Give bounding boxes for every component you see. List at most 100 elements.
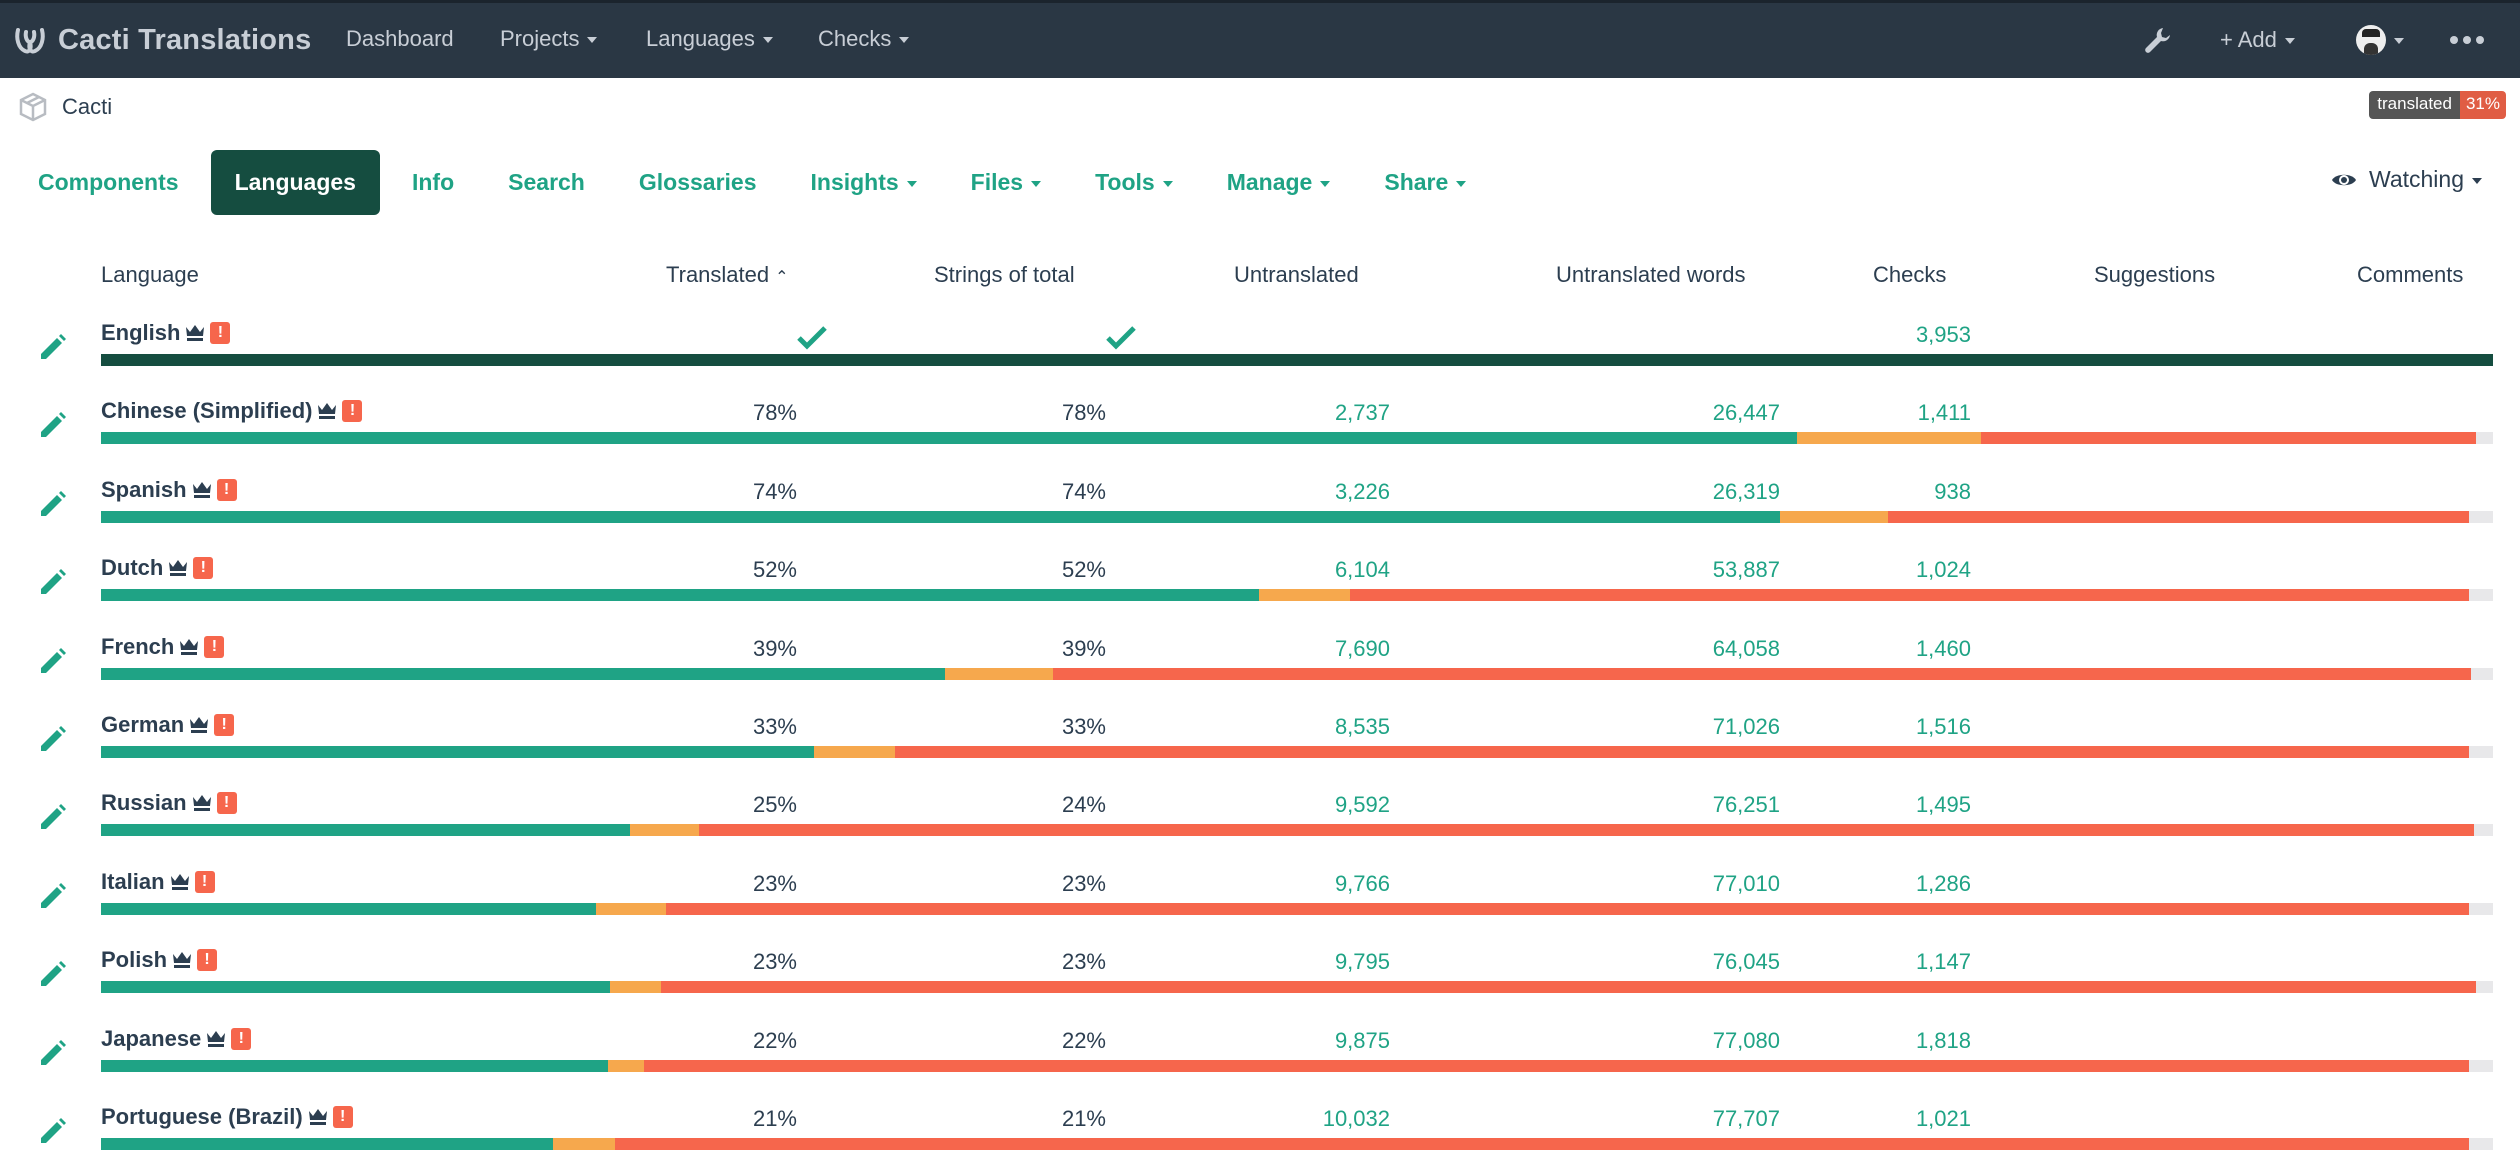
nav-checks[interactable]: Checks: [818, 26, 910, 52]
untranslated-count-link[interactable]: 9,766: [1335, 871, 1390, 897]
pencil-edit-icon[interactable]: [36, 959, 68, 991]
checks-count-link[interactable]: 1,460: [1916, 636, 1971, 662]
checks-count-link[interactable]: 1,024: [1916, 557, 1971, 583]
column-header-suggestions[interactable]: Suggestions: [2094, 262, 2215, 288]
untranslated-words-link[interactable]: 64,058: [1713, 636, 1780, 662]
pencil-edit-icon[interactable]: [36, 567, 68, 599]
language-link[interactable]: Russian !: [101, 790, 237, 816]
pencil-edit-icon[interactable]: [36, 1116, 68, 1148]
nav-languages[interactable]: Languages: [646, 26, 773, 52]
language-link[interactable]: English !: [101, 320, 231, 346]
tab-manage[interactable]: Manage: [1205, 150, 1353, 215]
tab-files[interactable]: Files: [949, 150, 1063, 215]
alert-badge-icon[interactable]: !: [216, 478, 237, 501]
alert-badge-icon[interactable]: !: [194, 870, 215, 893]
untranslated-count-link[interactable]: 3,226: [1335, 479, 1390, 505]
column-header-checks[interactable]: Checks: [1873, 262, 1946, 288]
column-header-strings-of-total[interactable]: Strings of total: [934, 262, 1075, 288]
untranslated-words-link[interactable]: 26,447: [1713, 400, 1780, 426]
tab-glossaries[interactable]: Glossaries: [617, 150, 779, 215]
column-header-translated[interactable]: Translated ⌃: [666, 262, 789, 288]
language-name: German: [101, 712, 185, 737]
pencil-edit-icon[interactable]: [36, 724, 68, 756]
untranslated-count-link[interactable]: 6,104: [1335, 557, 1390, 583]
column-header-comments[interactable]: Comments: [2357, 262, 2463, 288]
caret-down-icon: [2394, 38, 2404, 44]
checks-count-link[interactable]: 1,147: [1916, 949, 1971, 975]
more-menu-button[interactable]: [2450, 17, 2484, 63]
pencil-edit-icon[interactable]: [36, 489, 68, 521]
tools-button[interactable]: [2143, 17, 2173, 63]
untranslated-words-link[interactable]: 71,026: [1713, 714, 1780, 740]
alert-badge-icon[interactable]: !: [204, 635, 225, 658]
language-link[interactable]: Japanese !: [101, 1026, 252, 1052]
checks-count-link[interactable]: 3,953: [1916, 322, 1971, 348]
alert-badge-icon[interactable]: !: [216, 792, 237, 815]
tab-search[interactable]: Search: [486, 150, 607, 215]
checks-count-link[interactable]: 1,021: [1916, 1106, 1971, 1132]
pencil-edit-icon[interactable]: [36, 1038, 68, 1070]
language-link[interactable]: Chinese (Simplified) !: [101, 398, 363, 424]
watching-button[interactable]: Watching: [2331, 166, 2482, 193]
checks-count-link[interactable]: 1,286: [1916, 871, 1971, 897]
language-link[interactable]: Portuguese (Brazil) !: [101, 1104, 353, 1130]
tab-info[interactable]: Info: [390, 150, 476, 215]
alert-badge-icon[interactable]: !: [332, 1106, 353, 1128]
untranslated-words-link[interactable]: 77,010: [1713, 871, 1780, 897]
language-link[interactable]: French !: [101, 634, 225, 660]
language-link[interactable]: German !: [101, 712, 235, 738]
alert-badge-icon[interactable]: !: [231, 1027, 252, 1050]
tab-components[interactable]: Components: [16, 150, 201, 215]
language-link[interactable]: Italian !: [101, 869, 215, 895]
untranslated-count-link[interactable]: 9,795: [1335, 949, 1390, 975]
checks-count-link[interactable]: 1,411: [1918, 400, 1971, 426]
pencil-edit-icon[interactable]: [36, 410, 68, 442]
breadcrumb-project-link[interactable]: Cacti: [62, 94, 112, 120]
untranslated-count-link[interactable]: 2,737: [1335, 400, 1390, 426]
column-header-language[interactable]: Language: [101, 262, 199, 288]
untranslated-words-link[interactable]: 77,707: [1713, 1106, 1780, 1132]
untranslated-count-link[interactable]: 9,592: [1335, 792, 1390, 818]
untranslated-words-link[interactable]: 53,887: [1713, 557, 1780, 583]
column-header-untranslated-words[interactable]: Untranslated words: [1556, 262, 1746, 288]
tab-tools[interactable]: Tools: [1073, 150, 1195, 215]
alert-badge-icon[interactable]: !: [214, 714, 235, 736]
brand-link[interactable]: Cacti Translations: [14, 17, 311, 63]
pencil-edit-icon[interactable]: [36, 802, 68, 834]
checks-count-link[interactable]: 1,495: [1916, 792, 1971, 818]
untranslated-count-link[interactable]: 10,032: [1323, 1106, 1390, 1132]
pencil-edit-icon[interactable]: [36, 646, 68, 678]
untranslated-words-link[interactable]: 76,251: [1713, 792, 1780, 818]
alert-badge-icon[interactable]: !: [193, 557, 214, 580]
checks-count-link[interactable]: 1,516: [1916, 714, 1971, 740]
alert-badge-icon[interactable]: !: [197, 949, 218, 972]
untranslated-segment: [1053, 667, 2472, 680]
alert-badge-icon[interactable]: !: [210, 322, 231, 344]
nav-dashboard[interactable]: Dashboard: [346, 26, 454, 52]
language-link[interactable]: Polish !: [101, 947, 218, 973]
user-menu-button[interactable]: [2356, 17, 2404, 63]
tab-insights[interactable]: Insights: [789, 150, 939, 215]
untranslated-count-link[interactable]: 7,690: [1335, 636, 1390, 662]
untranslated-count-link[interactable]: 8,535: [1335, 714, 1390, 740]
checks-count-link[interactable]: 938: [1934, 479, 1971, 505]
column-header-untranslated[interactable]: Untranslated: [1234, 262, 1359, 288]
pencil-edit-icon[interactable]: [36, 332, 68, 364]
translated-status-badge[interactable]: translated 31%: [2369, 91, 2506, 119]
untranslated-count-link[interactable]: 9,875: [1335, 1028, 1390, 1054]
tab-languages[interactable]: Languages: [210, 150, 380, 215]
untranslated-words-link[interactable]: 76,045: [1713, 949, 1780, 975]
column-header-label: Strings of total: [934, 262, 1075, 287]
alert-badge-icon[interactable]: !: [342, 400, 363, 423]
checks-count-link[interactable]: 1,818: [1916, 1028, 1971, 1054]
untranslated-segment: [698, 824, 2474, 837]
nav-projects[interactable]: Projects: [500, 26, 598, 52]
untranslated-words-link[interactable]: 26,319: [1713, 479, 1780, 505]
language-link[interactable]: Spanish !: [101, 477, 237, 503]
add-menu-button[interactable]: + Add: [2220, 17, 2295, 63]
pencil-edit-icon[interactable]: [36, 881, 68, 913]
untranslated-words-link[interactable]: 77,080: [1713, 1028, 1780, 1054]
needs-review-segment: [1780, 510, 1888, 523]
tab-share[interactable]: Share: [1362, 150, 1488, 215]
language-link[interactable]: Dutch !: [101, 555, 214, 581]
